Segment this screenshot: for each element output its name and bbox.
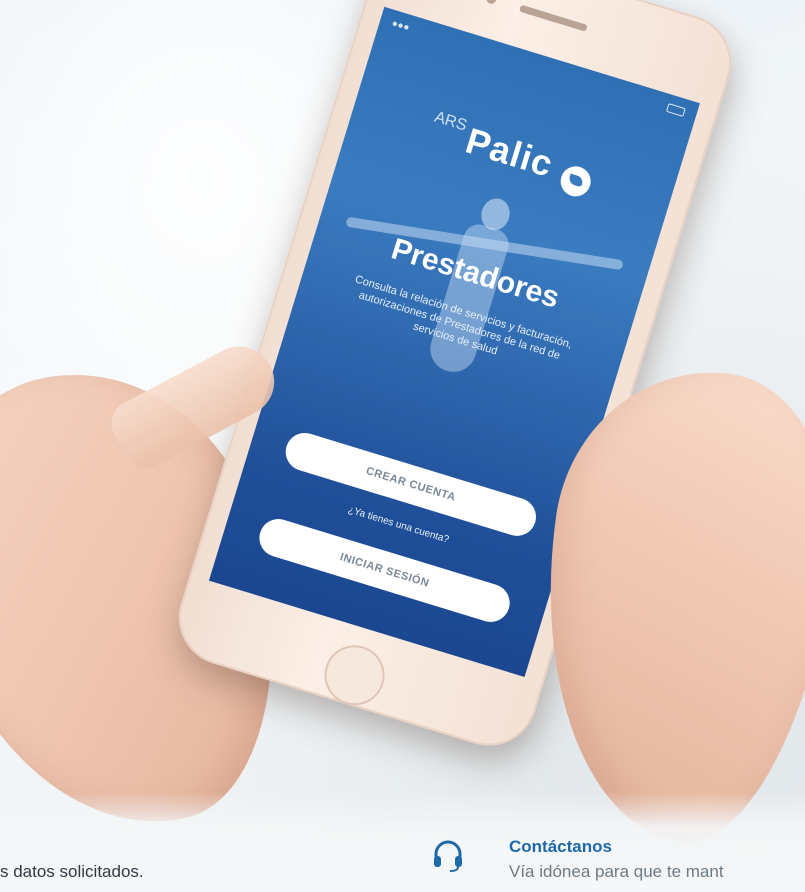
left-caption: s datos solicitados. [0,862,144,881]
status-bar: ●●● [390,16,687,119]
signal-indicator: ●●● [390,17,411,34]
headset-icon [434,840,462,872]
front-camera [485,0,498,5]
brand-name: Palic [461,119,559,185]
phone-speaker [518,4,588,32]
login-button[interactable]: INICIAR SESIÓN [254,514,515,627]
brand-prefix: ARS [432,108,469,135]
contact-text: Vía idónea para que te mant [509,862,724,881]
battery-icon [666,102,686,117]
bird-logo-icon [557,162,595,200]
contact-title: Contáctanos [509,837,612,856]
